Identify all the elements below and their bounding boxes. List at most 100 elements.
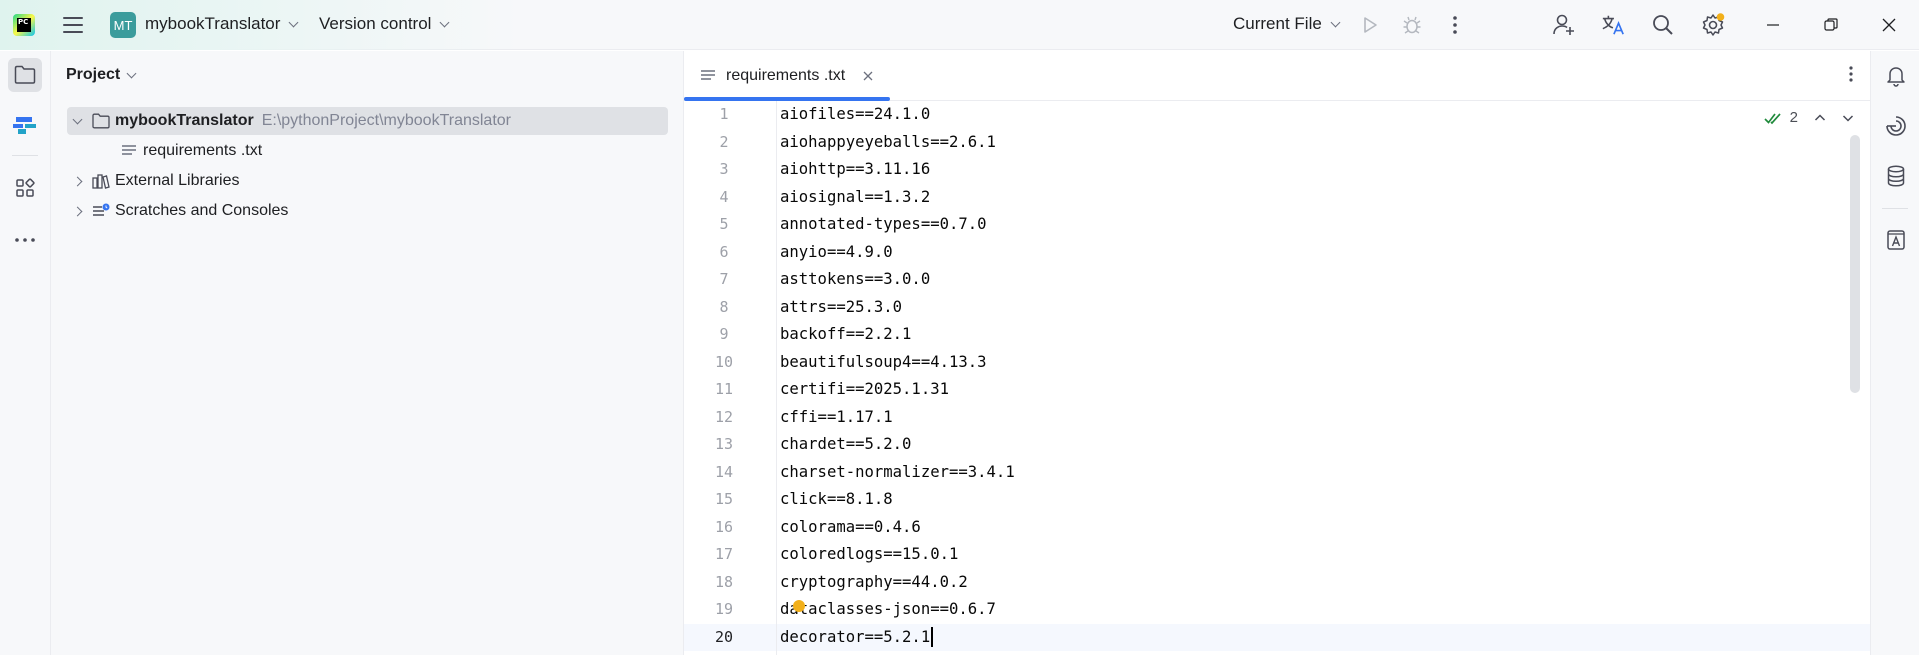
gear-icon[interactable] — [1701, 13, 1725, 37]
code-area[interactable]: aiofiles==24.1.0 aiohappyeyeballs==2.6.1 a… — [780, 101, 1015, 651]
code-line-text: aiohttp==3.11.16 — [780, 160, 931, 178]
chevron-down-icon — [288, 17, 299, 27]
line-number: 10 — [714, 352, 734, 371]
code-line[interactable]: aiofiles==24.1.0 — [780, 101, 1015, 129]
root-folder-path: E:\pythonProject\mybookTranslator — [261, 112, 511, 129]
bell-icon[interactable] — [1879, 59, 1913, 93]
code-line-text: aiosignal==1.3.2 — [780, 187, 931, 206]
ai-assistant-icon[interactable] — [1879, 109, 1913, 143]
code-line[interactable]: coloredlogs==15.0.1 — [780, 541, 1015, 569]
expand-arrow-icon[interactable] — [67, 176, 87, 186]
code-line-text: charset-normalizer==3.4.1 — [780, 462, 1015, 481]
run-config-selector[interactable]: Current File — [1233, 14, 1341, 34]
code-line[interactable]: chardet==5.2.0 — [780, 431, 1015, 459]
code-line[interactable]: aiosignal==1.3.2 — [780, 184, 1015, 212]
code-line[interactable]: decorator==5.2.1 — [780, 624, 1015, 652]
pycharm-logo-icon[interactable]: PC — [13, 14, 35, 36]
line-number: 14 — [714, 462, 734, 481]
project-selector[interactable]: mybookTranslator — [145, 14, 299, 34]
line-number: 17 — [714, 545, 734, 563]
database-icon[interactable] — [1879, 159, 1913, 193]
right-tool-strip — [1870, 51, 1919, 655]
search-icon[interactable] — [1651, 13, 1675, 37]
tree-item-root[interactable]: mybookTranslator E:\pythonProject\mybook… — [67, 107, 668, 135]
code-line[interactable]: aiohttp==3.11.16 — [780, 156, 1015, 184]
version-control-menu[interactable]: Version control — [319, 14, 450, 34]
expand-arrow-icon[interactable] — [67, 114, 87, 124]
run-config-label: Current File — [1233, 14, 1322, 33]
dictionary-icon[interactable] — [1879, 223, 1913, 257]
text-file-icon — [119, 141, 139, 161]
code-line[interactable]: anyio==4.9.0 — [780, 239, 1015, 267]
line-number: 16 — [714, 517, 734, 536]
code-line[interactable]: dataclasses-json==0.6.7 — [780, 596, 1015, 624]
code-line[interactable]: attrs==25.3.0 — [780, 294, 1015, 322]
bug-icon[interactable] — [1400, 13, 1424, 37]
code-line[interactable]: charset-normalizer==3.4.1 — [780, 459, 1015, 487]
code-line[interactable]: aiohappyeyeballs==2.6.1 — [780, 129, 1015, 157]
code-line[interactable]: asttokens==3.0.0 — [780, 266, 1015, 294]
code-line[interactable]: colorama==0.4.6 — [780, 514, 1015, 542]
tree-item-scratches[interactable]: Scratches and Consoles — [67, 197, 288, 225]
line-number: 3 — [719, 160, 729, 178]
code-line[interactable]: cryptography==44.0.2 — [780, 569, 1015, 597]
code-line-text: cffi==1.17.1 — [780, 407, 893, 426]
code-line-text: click==8.1.8 — [780, 490, 893, 508]
code-line-text: coloredlogs==15.0.1 — [780, 545, 959, 563]
more-tools-button[interactable] — [8, 223, 42, 257]
line-number: 11 — [714, 380, 734, 398]
grid-icon — [16, 178, 35, 197]
tab-requirements[interactable]: requirements .txt — [684, 51, 890, 101]
version-control-label: Version control — [319, 14, 432, 33]
line-number: 15 — [714, 490, 734, 508]
code-line[interactable]: certifi==2025.1.31 — [780, 376, 1015, 404]
strip-separator — [1882, 208, 1908, 209]
line-number: 5 — [719, 215, 729, 233]
line-number: 9 — [719, 325, 729, 343]
code-line[interactable]: beautifulsoup4==4.13.3 — [780, 349, 1015, 377]
vertical-ellipsis-icon[interactable] — [1443, 13, 1467, 37]
plugins-tool-button[interactable] — [8, 171, 42, 205]
code-line-text: attrs==25.3.0 — [780, 297, 903, 316]
vertical-scrollbar[interactable] — [1850, 135, 1860, 393]
text-caret — [931, 627, 934, 647]
line-number: 12 — [714, 407, 734, 426]
add-user-icon[interactable] — [1552, 13, 1576, 37]
line-number: 20 — [714, 627, 734, 646]
code-line-text: certifi==2025.1.31 — [780, 380, 949, 398]
vertical-ellipsis-icon[interactable] — [1848, 65, 1854, 88]
tree-item-external-libraries[interactable]: External Libraries — [67, 167, 240, 195]
close-window-icon[interactable] — [1877, 13, 1901, 37]
code-line-text: decorator==5.2.1 — [780, 627, 931, 646]
close-tab-icon[interactable] — [863, 68, 873, 85]
file-name: requirements .txt — [143, 142, 263, 159]
folder-icon — [91, 111, 111, 131]
project-panel-header[interactable]: Project — [66, 66, 137, 84]
code-line[interactable]: click==8.1.8 — [780, 486, 1015, 514]
line-number: 4 — [719, 187, 729, 206]
code-line[interactable]: backoff==2.2.1 — [780, 321, 1015, 349]
translate-icon[interactable] — [1601, 13, 1625, 37]
structure-tool-button[interactable] — [8, 108, 42, 142]
project-badge[interactable]: MT — [110, 12, 136, 38]
minimize-icon[interactable] — [1761, 13, 1785, 37]
code-line[interactable]: cffi==1.17.1 — [780, 404, 1015, 432]
chevron-up-icon[interactable] — [1814, 113, 1826, 123]
line-number: 8 — [719, 297, 729, 316]
root-folder-name: mybookTranslator — [115, 112, 254, 129]
expand-arrow-icon[interactable] — [67, 206, 87, 216]
project-tool-button[interactable] — [8, 58, 42, 92]
line-number: 6 — [719, 242, 729, 261]
editor: requirements .txt 1 2 3 4 5 6 7 8 9 10 11 12 13 14 15 1… — [684, 51, 1870, 655]
line-numbers: 1 2 3 4 5 6 7 8 9 10 11 12 13 14 15 16 17 18 19 20 — [684, 101, 764, 651]
code-line-text: annotated-types==0.7.0 — [780, 215, 987, 233]
tree-item-file[interactable]: requirements .txt — [115, 137, 262, 165]
play-icon[interactable] — [1358, 13, 1382, 37]
warning-marker-icon[interactable] — [793, 600, 805, 612]
editor-tab-bar: requirements .txt — [684, 51, 1870, 101]
code-line[interactable]: annotated-types==0.7.0 — [780, 211, 1015, 239]
chevron-down-icon[interactable] — [1842, 113, 1854, 123]
inspection-widget[interactable]: 2 — [1764, 109, 1854, 126]
hamburger-menu-icon[interactable] — [62, 14, 84, 36]
restore-icon[interactable] — [1819, 13, 1843, 37]
